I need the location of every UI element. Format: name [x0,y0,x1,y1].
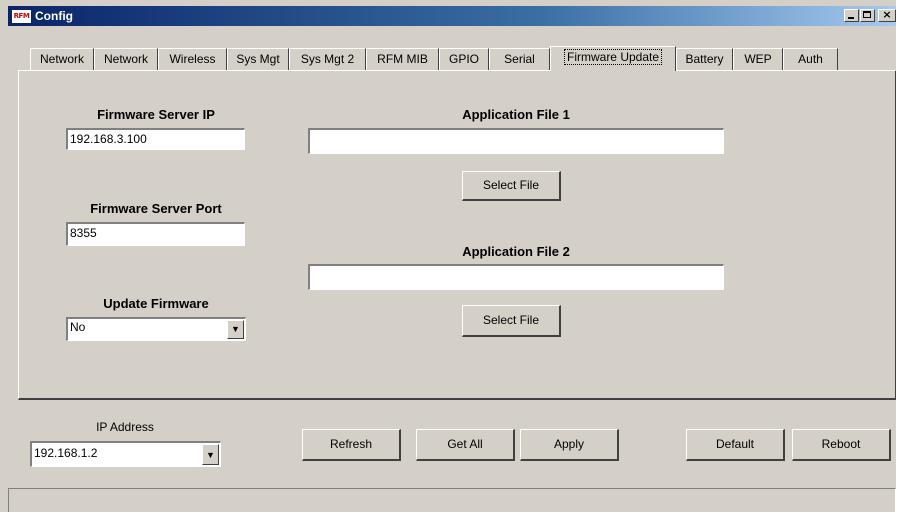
tab-label: GPIO [448,52,479,66]
window-edge [896,0,904,512]
tab-label: Wireless [169,52,216,66]
tab-label: Serial [504,52,535,66]
tab-label: Sys Mgt 2 [300,52,355,66]
tab-network-2[interactable]: Network [94,48,158,70]
ip-address-select[interactable]: 192.168.1.2 ▼ [30,441,221,467]
tab-sys-mgt[interactable]: Sys Mgt [227,48,289,70]
ip-address-value: 192.168.1.2 [34,446,98,460]
tab-label: Network [103,52,148,66]
tab-label: RFM MIB [377,52,428,66]
ip-address-label: IP Address [96,420,154,434]
update-firmware-select[interactable]: No ▼ [66,317,246,341]
title-bar[interactable]: RFM Config × [8,6,896,26]
close-icon: × [882,8,892,21]
tab-gpio[interactable]: GPIO [439,48,489,70]
config-window: RFM Config × Network Network Wireless Sy… [0,0,904,512]
tab-label: Battery [685,52,724,66]
tab-label: WEP [744,52,772,66]
maximize-button[interactable] [860,9,875,22]
tab-network-1[interactable]: Network [30,48,94,70]
application-file-1-input[interactable] [308,128,724,154]
tab-serial[interactable]: Serial [489,48,550,70]
rfm-app-icon: RFM [11,9,32,24]
tab-firmware-update[interactable]: Firmware Update [550,46,676,71]
minimize-button[interactable] [844,9,859,22]
tab-label: Auth [798,52,823,66]
tab-wep[interactable]: WEP [733,48,783,70]
default-button[interactable]: Default [686,429,785,461]
application-file-2-input[interactable] [308,264,724,290]
update-firmware-label: Update Firmware [103,296,209,311]
application-file-1-label: Application File 1 [462,107,570,122]
select-file-1-button[interactable]: Select File [462,171,561,201]
tab-label: Network [39,52,84,66]
minimize-icon [848,17,854,19]
application-file-2-label: Application File 2 [462,244,570,259]
apply-button[interactable]: Apply [520,429,619,461]
chevron-down-icon[interactable]: ▼ [227,320,244,339]
firmware-server-ip-input[interactable]: 192.168.3.100 [66,128,245,150]
status-bar [8,488,896,512]
maximize-icon [863,11,871,18]
tab-rfm-mib[interactable]: RFM MIB [366,48,439,70]
window-title: Config [35,9,73,23]
chevron-down-icon[interactable]: ▼ [202,444,219,465]
update-firmware-value: No [70,320,86,334]
tab-label: Firmware Update [563,49,663,65]
tab-wireless[interactable]: Wireless [158,48,227,70]
firmware-server-port-input[interactable]: 8355 [66,222,245,246]
tab-auth[interactable]: Auth [783,48,838,70]
firmware-server-port-label: Firmware Server Port [90,201,222,216]
refresh-button[interactable]: Refresh [302,429,401,461]
reboot-button[interactable]: Reboot [792,429,891,461]
tab-sys-mgt-2[interactable]: Sys Mgt 2 [289,48,366,70]
firmware-server-ip-label: Firmware Server IP [97,107,215,122]
tab-battery[interactable]: Battery [676,48,733,70]
select-file-2-button[interactable]: Select File [462,305,561,337]
close-button[interactable]: × [878,8,896,22]
tab-label: Sys Mgt [236,52,280,66]
get-all-button[interactable]: Get All [416,429,515,461]
